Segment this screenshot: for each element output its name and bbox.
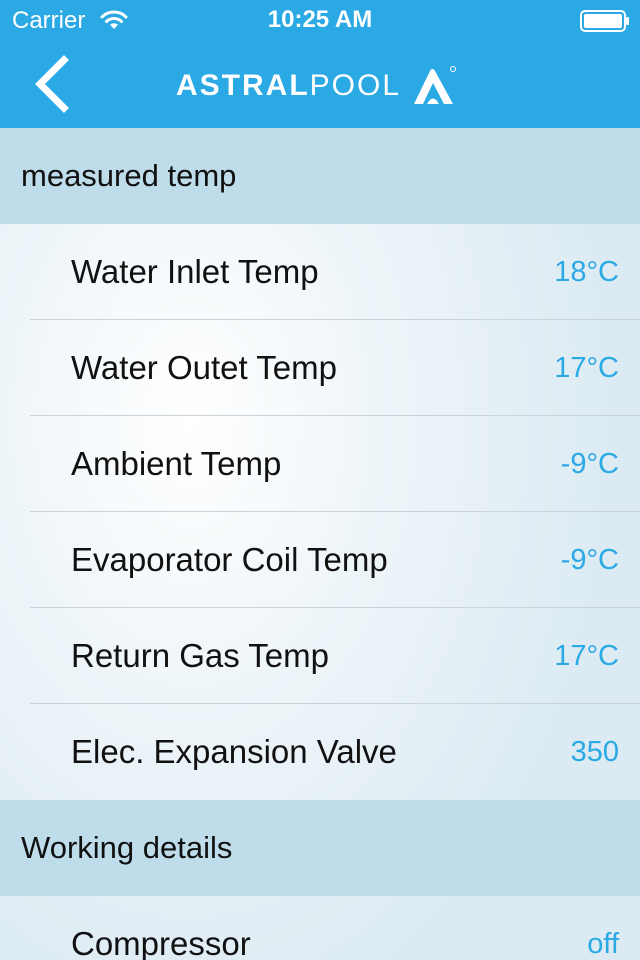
back-button[interactable] — [26, 52, 82, 116]
row-value: -9°C — [560, 448, 619, 480]
row-value: 18°C — [554, 256, 619, 288]
row-label: Water Inlet Temp — [71, 253, 319, 290]
row-return-gas-temp[interactable]: Return Gas Temp 17°C — [0, 608, 640, 704]
row-value: 17°C — [554, 640, 619, 672]
row-compressor[interactable]: Compressor off — [0, 896, 640, 960]
section-title: Working details — [21, 830, 233, 865]
row-water-outlet-temp[interactable]: Water Outet Temp 17°C — [0, 320, 640, 416]
logo-text-bold: ASTRAL — [176, 69, 310, 102]
section-header-working-details: Working details — [0, 800, 640, 896]
chevron-left-icon — [35, 55, 69, 113]
status-bar: Carrier 10:25 AM — [0, 0, 640, 40]
row-elec-expansion-valve[interactable]: Elec. Expansion Valve 350 — [0, 704, 640, 800]
astralpool-logo: ASTRALPOOL — [176, 64, 457, 108]
row-water-inlet-temp[interactable]: Water Inlet Temp 18°C — [0, 224, 640, 320]
section-title: measured temp — [21, 158, 237, 193]
logo-text-light: POOL — [309, 69, 402, 102]
section-header-measured-temp: measured temp — [0, 128, 640, 224]
row-value: off — [587, 928, 619, 960]
row-ambient-temp[interactable]: Ambient Temp -9°C — [0, 416, 640, 512]
row-value: -9°C — [560, 544, 619, 576]
row-label: Elec. Expansion Valve — [71, 733, 397, 770]
astralpool-mark-icon — [414, 66, 457, 104]
row-value: 350 — [570, 736, 619, 768]
row-label: Evaporator Coil Temp — [71, 541, 388, 578]
row-label: Ambient Temp — [71, 445, 282, 482]
battery-icon — [580, 10, 629, 32]
row-label: Return Gas Temp — [71, 637, 330, 674]
status-time: 10:25 AM — [267, 6, 373, 33]
row-label: Compressor — [71, 925, 251, 960]
row-value: 17°C — [554, 352, 619, 384]
navigation-bar: Carrier 10:25 AM ASTRALPOOL — [0, 0, 640, 128]
row-label: Water Outet Temp — [71, 349, 337, 386]
row-evaporator-coil-temp[interactable]: Evaporator Coil Temp -9°C — [0, 512, 640, 608]
